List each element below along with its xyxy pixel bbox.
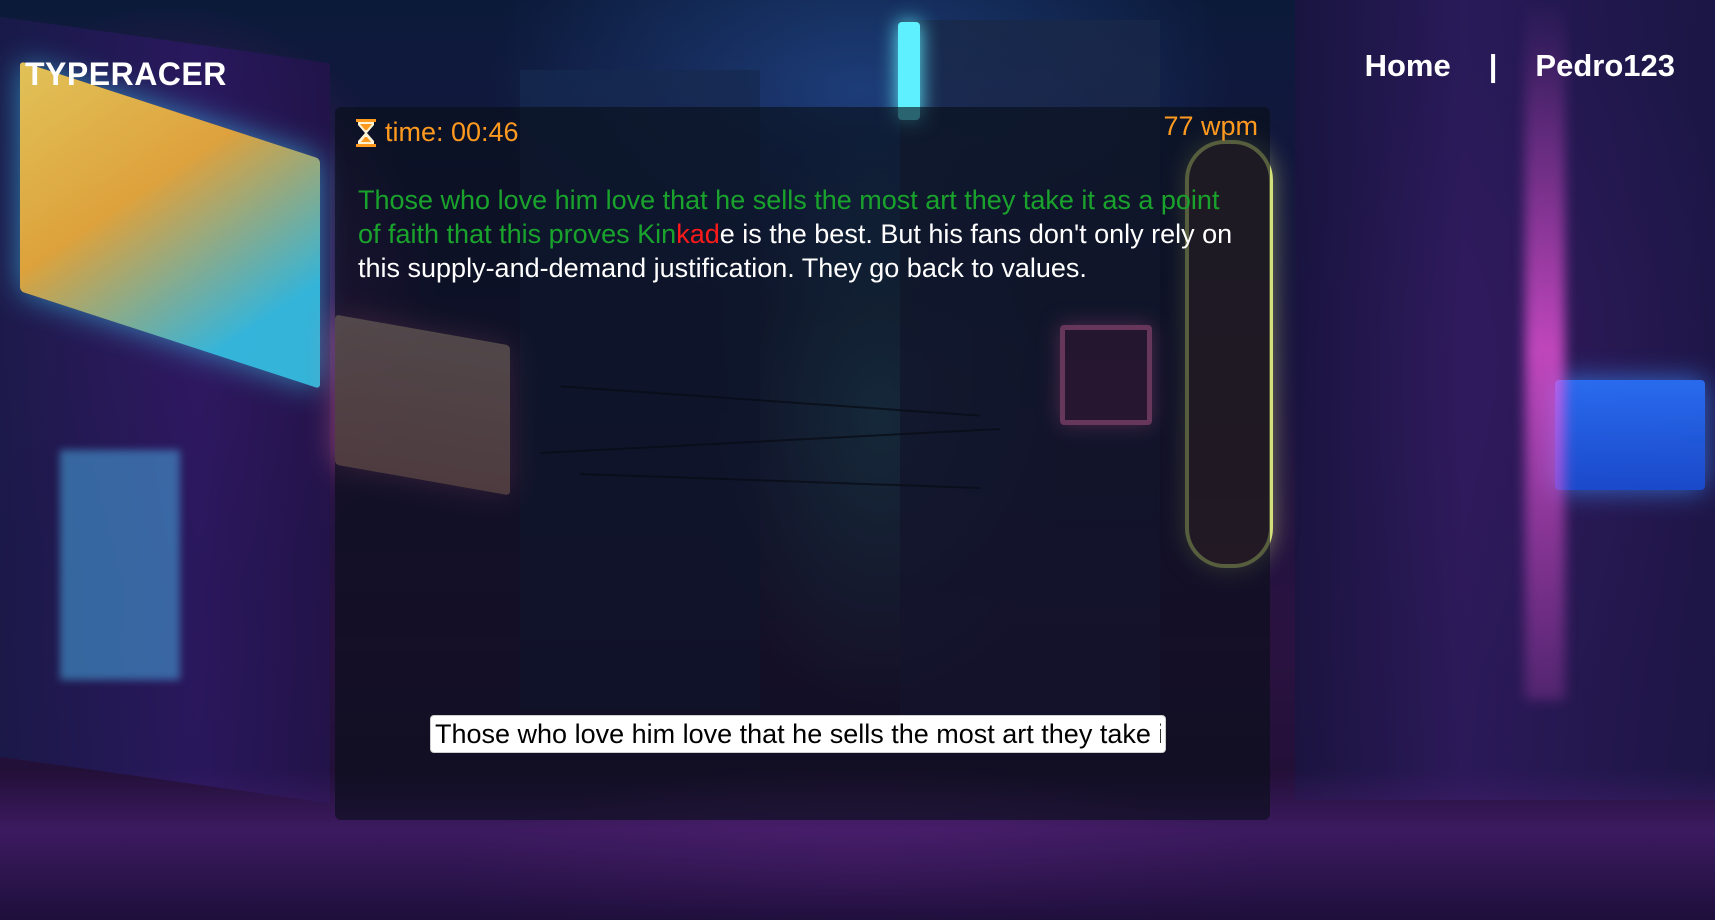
- neon-glow-purple: [1525, 0, 1565, 700]
- race-timer: time: 00:46: [355, 117, 519, 148]
- race-panel: time: 00:46 77 wpm Those who love him lo…: [335, 107, 1270, 820]
- typing-input[interactable]: [430, 715, 1166, 753]
- brand-logo[interactable]: TYPERACER: [25, 56, 227, 93]
- passage-typed-error: kad: [676, 219, 720, 249]
- neon-glow-cyan: [60, 450, 180, 680]
- wpm-readout: 77 wpm: [1163, 111, 1258, 141]
- timer-text: time: 00:46: [385, 117, 519, 147]
- nav-user-link[interactable]: Pedro123: [1535, 48, 1675, 84]
- nav-home-link[interactable]: Home: [1365, 48, 1451, 84]
- top-nav: Home | Pedro123: [1365, 48, 1675, 84]
- neon-sign-cyan: [898, 22, 920, 120]
- race-passage: Those who love him love that he sells th…: [358, 183, 1238, 285]
- nav-separator: |: [1488, 48, 1498, 83]
- hourglass-icon: [355, 118, 377, 147]
- neon-sign-blue: [1555, 380, 1705, 490]
